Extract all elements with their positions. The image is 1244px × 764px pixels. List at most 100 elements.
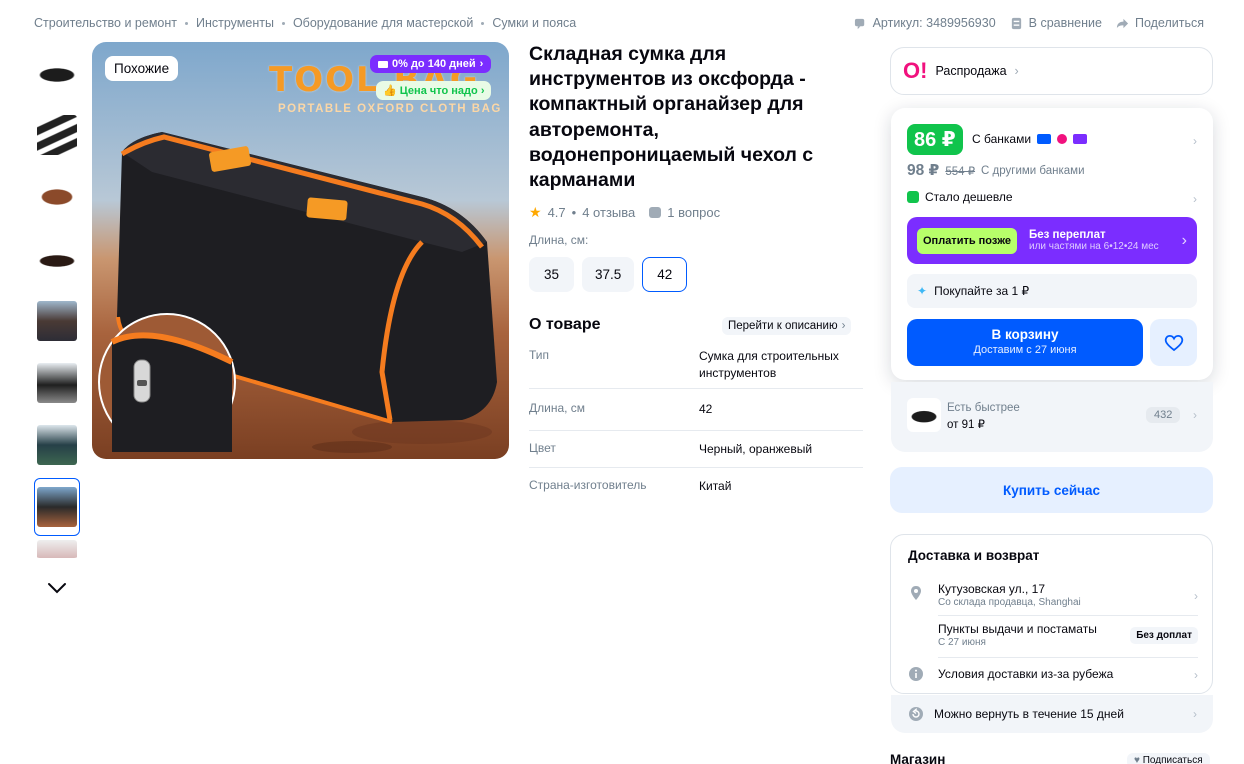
- return-icon: [909, 707, 923, 721]
- bank-icon: [1037, 134, 1052, 144]
- good-price-badge[interactable]: 👍 Цена что надо ›: [376, 81, 492, 100]
- delivery-heading: Доставка и возврат: [908, 548, 1040, 563]
- chevron-right-icon: ›: [480, 85, 485, 97]
- thumbnail-list: [34, 44, 80, 562]
- chevron-right-icon: ›: [1193, 408, 1197, 422]
- add-to-cart-button[interactable]: В корзину Доставим с 27 июня: [907, 319, 1143, 366]
- about-heading: О товаре: [529, 316, 601, 333]
- chevron-right-icon: ›: [1014, 64, 1019, 78]
- spec-key: Длина, см: [529, 401, 586, 415]
- similar-button[interactable]: Похожие: [105, 56, 179, 81]
- sale-label: Распродажа: [935, 64, 1007, 78]
- faster-count: 432: [1146, 407, 1181, 423]
- thumbnail[interactable]: [34, 44, 80, 102]
- other-banks-price: 98 ₽ 554 ₽ С другими банками: [907, 161, 1085, 180]
- rating-value[interactable]: 4.7: [548, 205, 566, 220]
- with-banks[interactable]: С банками: [972, 132, 1088, 146]
- pay-later-banner[interactable]: Оплатить позже Без переплат или частями …: [907, 217, 1197, 264]
- rating-row: ★ 4.7 • 4 отзыва 1 вопрос: [529, 204, 720, 221]
- bank-icon: [1073, 134, 1088, 144]
- with-banks-label: С банками: [972, 132, 1032, 146]
- pickup-sub: С 27 июня: [938, 637, 986, 648]
- faster-offer[interactable]: Есть быстрее от 91 ₽ 432 ›: [891, 382, 1213, 452]
- arrow-down-icon: [907, 191, 919, 203]
- buy-for-ruble-label: Покупайте за 1 ₽: [934, 284, 1030, 298]
- sale-banner[interactable]: O! Распродажа ›: [890, 47, 1213, 95]
- chat-icon: [854, 18, 864, 29]
- bank-price[interactable]: 86 ₽: [907, 124, 963, 155]
- thumbnail[interactable]: [34, 230, 80, 288]
- pay-later-title: Без переплат: [1028, 229, 1106, 241]
- spec-row: Тип Сумка для строительных инструментов: [529, 341, 863, 389]
- thumbnail[interactable]: [34, 540, 80, 558]
- breadcrumb-item[interactable]: Инструменты: [196, 16, 274, 30]
- divider: [938, 615, 1198, 616]
- star-icon: ★: [529, 204, 542, 220]
- sparkle-icon: ✦: [917, 284, 928, 298]
- thumbnail-image: [37, 363, 77, 403]
- compare-label: В сравнение: [1028, 16, 1102, 30]
- thumbnail-image: [37, 177, 77, 217]
- abroad-conditions[interactable]: Условия доставки из-за рубежа ›: [908, 666, 1198, 684]
- thumbnail-image: [37, 540, 77, 558]
- thumbnail[interactable]: [34, 354, 80, 412]
- bank-icon: [1057, 134, 1068, 144]
- rating-separator: •: [571, 205, 577, 220]
- thumbnail-image: [37, 487, 77, 527]
- share-button[interactable]: Поделиться: [1116, 16, 1204, 30]
- thumbnail[interactable]: [34, 416, 80, 474]
- faster-thumbnail: [907, 398, 941, 432]
- chevron-down-icon[interactable]: [46, 580, 68, 596]
- location-icon: [911, 586, 921, 600]
- thumbnail-image: [37, 53, 77, 93]
- heart-icon: ♥: [1134, 755, 1140, 764]
- size-option-selected[interactable]: 42: [642, 257, 688, 292]
- breadcrumb-item[interactable]: Оборудование для мастерской: [293, 16, 473, 30]
- length-label: Длина, см:: [529, 233, 589, 247]
- subscribe-button[interactable]: ♥ Подписаться: [1127, 753, 1210, 764]
- other-price: 98 ₽: [907, 162, 940, 179]
- top-actions: Артикул: 3489956930 В сравнение Поделить…: [854, 16, 1204, 30]
- reviews-link[interactable]: 4 отзыва: [582, 205, 635, 220]
- spec-row: Цвет Черный, оранжевый: [529, 431, 863, 468]
- compare-button[interactable]: В сравнение: [1010, 16, 1102, 30]
- installment-label: 0% до 140 дней: [392, 58, 476, 70]
- thumbnail[interactable]: [34, 168, 80, 226]
- size-option[interactable]: 35: [529, 257, 574, 292]
- article-number[interactable]: Артикул: 3489956930: [854, 16, 996, 30]
- chevron-right-icon: ›: [1194, 589, 1198, 603]
- buy-now-button[interactable]: Купить сейчас: [890, 467, 1213, 513]
- breadcrumb-item[interactable]: Сумки и пояса: [492, 16, 576, 30]
- installment-badge[interactable]: 0% до 140 дней ›: [370, 55, 492, 73]
- favorite-button[interactable]: [1150, 319, 1197, 366]
- cart-title: В корзину: [991, 327, 1059, 342]
- thumbs-up-icon: 👍: [383, 85, 397, 97]
- pay-later-button[interactable]: Оплатить позже: [917, 227, 1017, 254]
- size-selector: 35 37.5 42: [529, 257, 688, 292]
- delivery-address[interactable]: Кутузовская ул., 17 Со склада продавца, …: [908, 581, 1198, 613]
- free-delivery-badge: Без доплат: [1130, 627, 1198, 644]
- spec-key: Цвет: [529, 440, 556, 455]
- thumbnail-active[interactable]: [34, 478, 80, 536]
- buy-for-ruble[interactable]: ✦ Покупайте за 1 ₽: [907, 274, 1197, 308]
- goto-description-label: Перейти к описанию: [728, 320, 838, 332]
- returns-info[interactable]: Можно вернуть в течение 15 дней ›: [891, 695, 1213, 733]
- goto-description-button[interactable]: Перейти к описанию ›: [722, 317, 852, 335]
- price-drop-label: Стало дешевле: [925, 190, 1013, 204]
- address-sub: Со склада продавца, Shanghai: [938, 597, 1081, 608]
- abroad-text: Условия доставки из-за рубежа: [938, 667, 1114, 681]
- size-option[interactable]: 37.5: [582, 257, 635, 292]
- pickup-text: Пункты выдачи и постаматы: [938, 622, 1097, 636]
- breadcrumb-separator: [481, 21, 485, 25]
- subscribe-label: Подписаться: [1142, 755, 1203, 764]
- address-text: Кутузовская ул., 17: [938, 582, 1046, 596]
- faster-label: Есть быстрее: [947, 402, 1020, 414]
- cart-delivery: Доставим с 27 июня: [973, 344, 1077, 356]
- thumbnail[interactable]: [34, 106, 80, 164]
- product-image[interactable]: TOOL BAG PORTABLE OXFORD CLOTH BAG Похож…: [92, 42, 509, 459]
- price-drop[interactable]: Стало дешевле: [907, 190, 1013, 204]
- thumbnail[interactable]: [34, 292, 80, 350]
- breadcrumb-item[interactable]: Строительство и ремонт: [34, 16, 177, 30]
- questions-link[interactable]: 1 вопрос: [667, 205, 720, 220]
- pickup-points[interactable]: Пункты выдачи и постаматы С 27 июня Без …: [908, 621, 1198, 653]
